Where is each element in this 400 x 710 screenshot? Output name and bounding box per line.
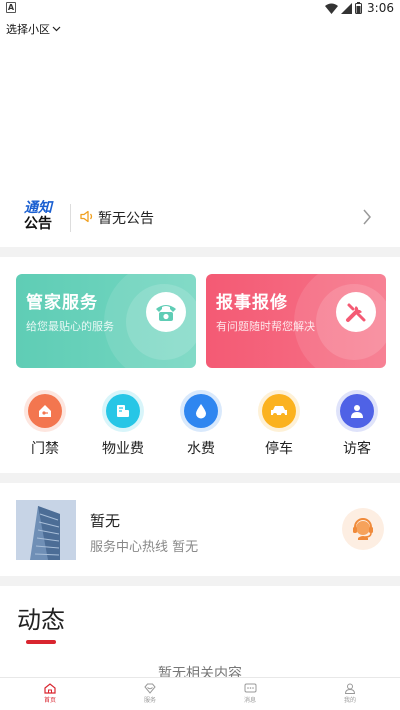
notice-logo-line2: 公告 xyxy=(24,216,52,232)
bill-icon xyxy=(106,394,140,428)
quick-action-label: 水费 xyxy=(187,441,215,457)
hotline-title: 暂无 xyxy=(90,512,121,530)
home-icon xyxy=(44,683,56,694)
repair-card-title: 报事报修 xyxy=(216,293,288,313)
section-divider xyxy=(0,576,400,586)
nav-tab-home[interactable]: 首页 xyxy=(0,678,100,710)
nav-tab-label: 服务 xyxy=(143,697,156,704)
quick-action-visitor[interactable]: 访客 xyxy=(322,394,392,458)
quick-action-label: 停车 xyxy=(265,441,293,457)
housekeeper-service-card[interactable]: 管家服务 给您最贴心的服务 xyxy=(16,274,196,368)
building-image xyxy=(16,500,76,560)
quick-actions: 门禁 物业费 水费 停车 访客 xyxy=(0,394,400,464)
battery-icon xyxy=(355,2,363,14)
nav-tab-label: 消息 xyxy=(243,697,256,704)
nav-tab-label: 我的 xyxy=(343,697,356,704)
repair-card-subtitle: 有问题随时帮您解决 xyxy=(216,320,315,333)
visitor-icon xyxy=(340,394,374,428)
quick-action-label: 门禁 xyxy=(31,441,59,457)
quick-action-property-fee[interactable]: 物业费 xyxy=(88,394,158,458)
quick-action-label: 物业费 xyxy=(102,441,144,457)
community-selector-label: 选择小区 xyxy=(6,23,50,36)
profile-icon xyxy=(344,683,356,694)
telephone-icon xyxy=(146,292,186,332)
quick-action-parking[interactable]: 停车 xyxy=(244,394,314,458)
app-root: A 3:06 选择小区 通知 公告 暂无公告 管家服务 给您最贴心的服务 报事报… xyxy=(0,0,400,710)
news-title-underline xyxy=(26,640,56,644)
service-hotline-row[interactable]: 暂无 服务中心热线 暂无 xyxy=(0,496,400,566)
notice-text: 暂无公告 xyxy=(98,211,154,227)
notice-divider xyxy=(70,204,71,232)
nav-tab-profile[interactable]: 我的 xyxy=(300,678,400,710)
door-key-icon xyxy=(28,394,62,428)
housekeeper-card-subtitle: 给您最贴心的服务 xyxy=(26,320,114,333)
section-divider xyxy=(0,247,400,257)
status-icons: 3:06 xyxy=(325,1,394,15)
wifi-icon xyxy=(325,3,339,14)
news-section-title: 动态 xyxy=(17,606,65,634)
chevron-down-icon xyxy=(52,26,61,32)
water-drop-icon xyxy=(184,394,218,428)
bottom-navigation: 首页 服务 消息 我的 xyxy=(0,677,400,710)
notice-logo-line1: 通知 xyxy=(24,200,52,216)
quick-action-access-control[interactable]: 门禁 xyxy=(10,394,80,458)
speaker-icon xyxy=(80,210,93,223)
notice-bar[interactable]: 通知 公告 暂无公告 xyxy=(0,196,400,240)
status-bar: A 3:06 xyxy=(0,0,400,18)
nav-tab-service[interactable]: 服务 xyxy=(100,678,200,710)
signal-icon xyxy=(341,2,353,14)
section-divider xyxy=(0,473,400,483)
service-icon xyxy=(144,683,156,694)
clock: 3:06 xyxy=(367,1,394,15)
wrench-screwdriver-icon xyxy=(336,292,376,332)
notice-logo: 通知 公告 xyxy=(24,200,62,236)
message-icon xyxy=(244,683,256,693)
chevron-right-icon[interactable] xyxy=(362,208,372,226)
repair-report-card[interactable]: 报事报修 有问题随时帮您解决 xyxy=(206,274,386,368)
nav-tab-message[interactable]: 消息 xyxy=(200,678,300,710)
hotline-subtitle: 服务中心热线 暂无 xyxy=(90,540,199,555)
car-icon xyxy=(262,394,296,428)
nav-tab-label: 首页 xyxy=(43,697,56,704)
notification-badge: A xyxy=(6,2,16,13)
quick-action-water-fee[interactable]: 水费 xyxy=(166,394,236,458)
quick-action-label: 访客 xyxy=(343,441,371,457)
housekeeper-card-title: 管家服务 xyxy=(26,293,98,313)
community-selector[interactable]: 选择小区 xyxy=(6,21,61,37)
customer-service-icon[interactable] xyxy=(342,508,384,550)
